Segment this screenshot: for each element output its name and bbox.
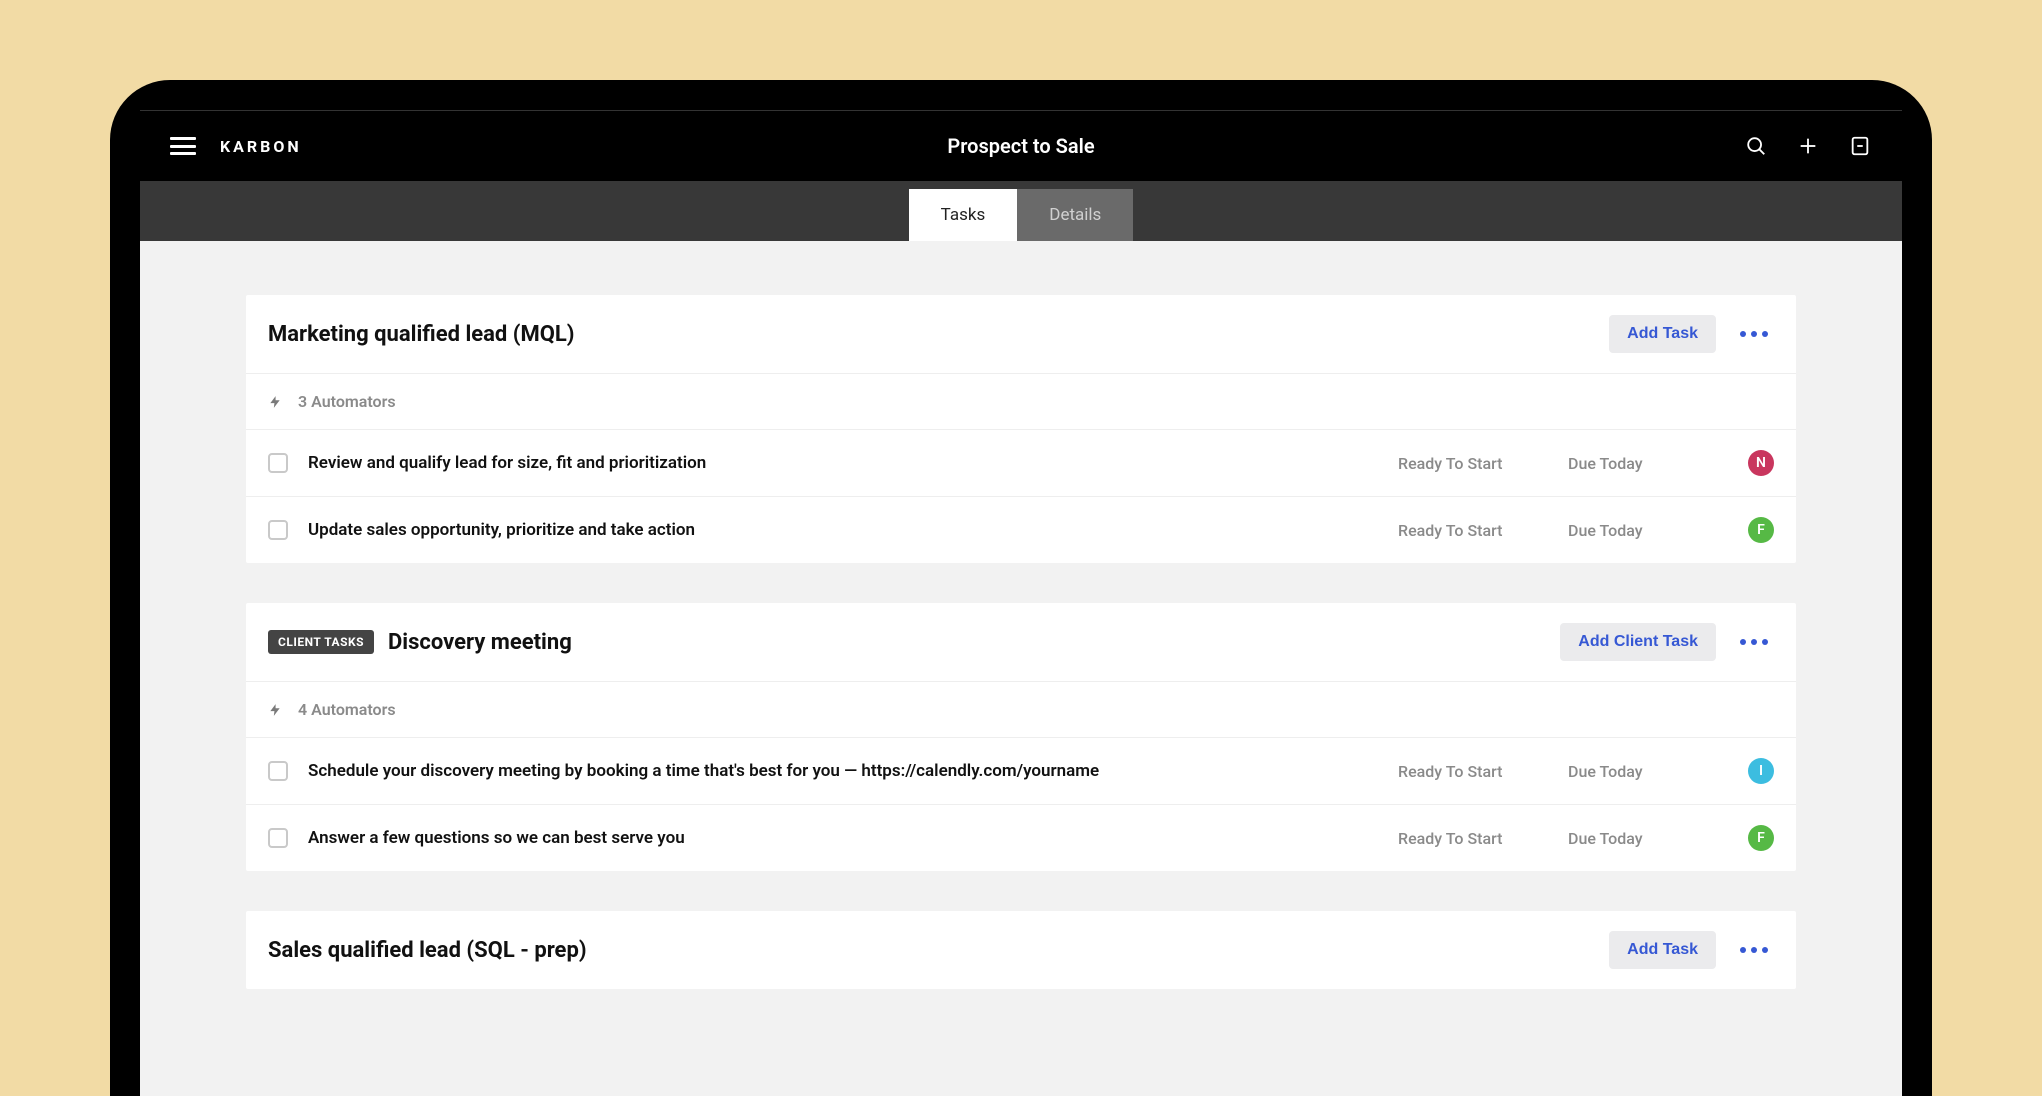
task-status: Ready To Start	[1398, 521, 1548, 540]
section-actions: Add Task	[1609, 931, 1774, 969]
client-tasks-badge: CLIENT TASKS	[268, 630, 374, 654]
section-sql: Sales qualified lead (SQL - prep) Add Ta…	[246, 911, 1796, 989]
task-checkbox[interactable]	[268, 453, 288, 473]
app-screen: KARBON Prospect to Sale Tasks Details	[140, 110, 1902, 1096]
task-row[interactable]: Update sales opportunity, prioritize and…	[246, 497, 1796, 563]
section-mql: Marketing qualified lead (MQL) Add Task …	[246, 295, 1796, 563]
section-actions: Add Client Task	[1560, 623, 1774, 661]
task-title: Answer a few questions so we can best se…	[308, 828, 1378, 848]
automators-count: 3 Automators	[298, 392, 396, 411]
tab-details[interactable]: Details	[1017, 189, 1133, 241]
avatar[interactable]: F	[1748, 517, 1774, 543]
brand-logo: KARBON	[220, 137, 302, 156]
more-icon[interactable]	[1734, 325, 1774, 343]
avatar[interactable]: N	[1748, 450, 1774, 476]
avatar[interactable]: F	[1748, 825, 1774, 851]
tab-tasks[interactable]: Tasks	[909, 189, 1018, 241]
automators-row[interactable]: 3 Automators	[246, 374, 1796, 430]
header-right	[1744, 134, 1872, 158]
section-discovery: CLIENT TASKS Discovery meeting Add Clien…	[246, 603, 1796, 871]
task-row[interactable]: Schedule your discovery meeting by booki…	[246, 738, 1796, 805]
section-title: Sales qualified lead (SQL - prep)	[268, 938, 587, 963]
section-title: Marketing qualified lead (MQL)	[268, 322, 575, 347]
add-task-button[interactable]: Add Task	[1609, 931, 1716, 969]
task-row[interactable]: Answer a few questions so we can best se…	[246, 805, 1796, 871]
automators-row[interactable]: 4 Automators	[246, 682, 1796, 738]
task-checkbox[interactable]	[268, 761, 288, 781]
add-task-button[interactable]: Add Task	[1609, 315, 1716, 353]
bolt-icon	[268, 703, 282, 717]
task-row[interactable]: Review and qualify lead for size, fit an…	[246, 430, 1796, 497]
task-title: Schedule your discovery meeting by booki…	[308, 761, 1378, 781]
search-icon[interactable]	[1744, 134, 1768, 158]
task-due: Due Today	[1568, 829, 1728, 848]
more-icon[interactable]	[1734, 633, 1774, 651]
more-icon[interactable]	[1734, 941, 1774, 959]
notes-icon[interactable]	[1848, 134, 1872, 158]
task-due: Due Today	[1568, 521, 1728, 540]
task-title: Review and qualify lead for size, fit an…	[308, 453, 1378, 473]
section-header: CLIENT TASKS Discovery meeting Add Clien…	[246, 603, 1796, 682]
tab-bar: Tasks Details	[140, 181, 1902, 241]
device-frame: KARBON Prospect to Sale Tasks Details	[110, 80, 1932, 1096]
page-title: Prospect to Sale	[947, 134, 1094, 158]
section-title: Discovery meeting	[388, 630, 572, 655]
app-header: KARBON Prospect to Sale	[140, 111, 1902, 181]
task-due: Due Today	[1568, 762, 1728, 781]
task-status: Ready To Start	[1398, 829, 1548, 848]
task-status: Ready To Start	[1398, 454, 1548, 473]
add-icon[interactable]	[1796, 134, 1820, 158]
avatar[interactable]: I	[1748, 758, 1774, 784]
bolt-icon	[268, 395, 282, 409]
add-client-task-button[interactable]: Add Client Task	[1560, 623, 1716, 661]
task-title: Update sales opportunity, prioritize and…	[308, 520, 1378, 540]
task-due: Due Today	[1568, 454, 1728, 473]
hamburger-icon[interactable]	[170, 137, 196, 155]
section-header: Sales qualified lead (SQL - prep) Add Ta…	[246, 911, 1796, 989]
content-area: Marketing qualified lead (MQL) Add Task …	[140, 241, 1902, 1096]
section-header: Marketing qualified lead (MQL) Add Task	[246, 295, 1796, 374]
header-left: KARBON	[170, 137, 302, 156]
section-actions: Add Task	[1609, 315, 1774, 353]
task-checkbox[interactable]	[268, 828, 288, 848]
automators-count: 4 Automators	[298, 700, 396, 719]
task-checkbox[interactable]	[268, 520, 288, 540]
task-status: Ready To Start	[1398, 762, 1548, 781]
